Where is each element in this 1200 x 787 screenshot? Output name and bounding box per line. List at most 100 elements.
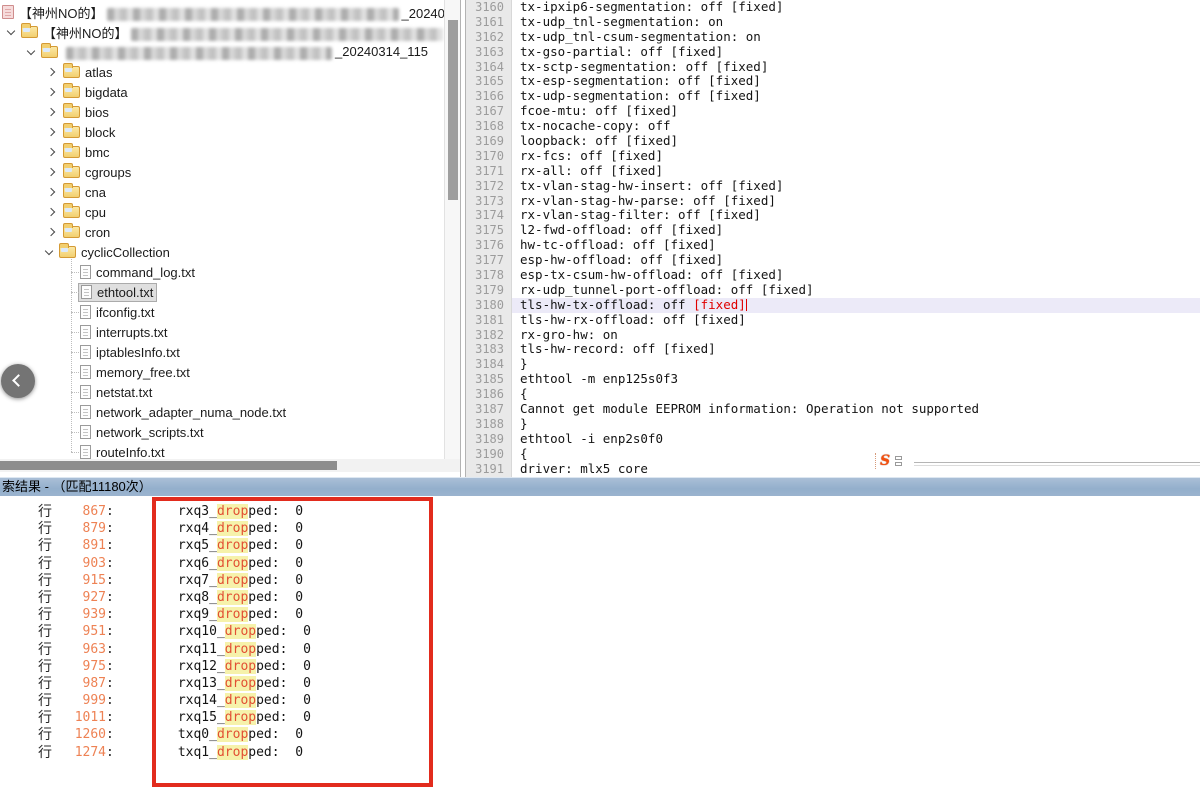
chevron-right-icon[interactable] [47,208,55,216]
chevron-down-icon[interactable] [27,46,35,54]
search-result-row[interactable]: 行975:rxq12_dropped: 0 [0,658,1200,675]
tree-item-cpu[interactable]: cpu [0,202,444,222]
code-line[interactable]: 3172tx-vlan-stag-hw-insert: off [fixed] [466,179,1200,194]
search-result-row[interactable]: 行987:rxq13_dropped: 0 [0,675,1200,692]
code-line[interactable]: 3179rx-udp_tunnel-port-offload: off [fix… [466,283,1200,298]
chevron-left-icon [12,374,25,387]
search-result-row[interactable]: 行999:rxq14_dropped: 0 [0,692,1200,709]
scrollbar-thumb[interactable] [0,461,337,470]
chevron-right-icon[interactable] [47,168,55,176]
chevron-right-icon[interactable] [47,68,55,76]
line-number: 3190 [466,447,512,462]
line-label: 行 [38,692,54,709]
chevron-right-icon[interactable] [47,188,55,196]
chevron-right-icon[interactable] [47,128,55,136]
code-line[interactable]: 3183tls-hw-record: off [fixed] [466,342,1200,357]
tree-item-bmc[interactable]: bmc [0,142,444,162]
tree-item-routeInfo.txt[interactable]: routeInfo.txt [0,442,444,459]
tree-item-network_scripts.txt[interactable]: network_scripts.txt [0,422,444,442]
code-line[interactable]: 3166tx-udp-segmentation: off [fixed] [466,89,1200,104]
chevron-right-icon[interactable] [47,148,55,156]
code-line[interactable]: 3182rx-gro-hw: on [466,328,1200,343]
search-result-row[interactable]: 行903:rxq6_dropped: 0 [0,555,1200,572]
code-line[interactable]: 3180tls-hw-tx-offload: off [fixed] [466,298,1200,313]
code-line[interactable]: 3178esp-tx-csum-hw-offload: off [fixed] [466,268,1200,283]
tree-item-ifconfig.txt[interactable]: ifconfig.txt [0,302,444,322]
search-result-row[interactable]: 行1260:txq0_dropped: 0 [0,726,1200,743]
search-result-row[interactable]: 行867:rxq3_dropped: 0 [0,503,1200,520]
code-line[interactable]: 3176hw-tc-offload: off [fixed] [466,238,1200,253]
code-line[interactable]: 3177esp-hw-offload: off [fixed] [466,253,1200,268]
result-colon: : [106,606,114,623]
tree-item-interrupts.txt[interactable]: interrupts.txt [0,322,444,342]
code-line[interactable]: 3161tx-udp_tnl-segmentation: on [466,15,1200,30]
search-result-row[interactable]: 行879:rxq4_dropped: 0 [0,520,1200,537]
code-line[interactable]: 3162tx-udp_tnl-csum-segmentation: on [466,30,1200,45]
text-viewer-panel[interactable]: 3160tx-ipxip6-segmentation: off [fixed]3… [466,0,1200,477]
code-line[interactable]: 3189ethtool -i enp2s0f0 [466,432,1200,447]
tree-item-bigdata[interactable]: bigdata [0,82,444,102]
chevron-right-icon[interactable] [47,228,55,236]
code-line[interactable]: 3163tx-gso-partial: off [fixed] [466,45,1200,60]
code-line[interactable]: 3185ethtool -m enp125s0f3 [466,372,1200,387]
search-result-row[interactable]: 行1274:txq1_dropped: 0 [0,744,1200,761]
search-result-row[interactable]: 行963:rxq11_dropped: 0 [0,641,1200,658]
tree-item-cyclicCollection[interactable]: cyclicCollection [0,242,444,262]
result-text: rxq10_dropped: 0 [178,623,311,640]
search-result-row[interactable]: 行927:rxq8_dropped: 0 [0,589,1200,606]
tree-item-block[interactable]: block [0,122,444,142]
tree-item-memory_free.txt[interactable]: memory_free.txt [0,362,444,382]
code-line[interactable]: 3174rx-vlan-stag-filter: off [fixed] [466,208,1200,223]
code-line[interactable]: 3188} [466,417,1200,432]
splitter-handle[interactable]: S [872,453,905,469]
code-line[interactable]: 3171rx-all: off [fixed] [466,164,1200,179]
file-icon [80,365,91,379]
search-result-row[interactable]: 行939:rxq9_dropped: 0 [0,606,1200,623]
tree-item-folder-collection[interactable]: _20240314_115 [0,42,444,62]
collapse-sidebar-button[interactable] [1,364,35,398]
folder-icon [63,206,80,218]
result-colon: : [106,589,114,606]
tree-item-network_adapter_numa_node.txt[interactable]: network_adapter_numa_node.txt [0,402,444,422]
scrollbar-thumb[interactable] [448,20,458,200]
code-line[interactable]: 3165tx-esp-segmentation: off [fixed] [466,74,1200,89]
code-line[interactable]: 3167fcoe-mtu: off [fixed] [466,104,1200,119]
code-line[interactable]: 3187Cannot get module EEPROM information… [466,402,1200,417]
tree-item-ethtool.txt[interactable]: ethtool.txt [0,282,444,302]
tree-item-atlas[interactable]: atlas [0,62,444,82]
line-number: 3167 [466,104,512,119]
tree-vertical-scrollbar[interactable] [444,0,460,459]
search-result-row[interactable]: 行1011:rxq15_dropped: 0 [0,709,1200,726]
result-text-pre: rxq3_ [178,504,217,519]
code-line[interactable]: 3168tx-nocache-copy: off [466,119,1200,134]
chevron-right-icon[interactable] [47,88,55,96]
tree-horizontal-scrollbar[interactable] [0,459,460,472]
code-line[interactable]: 3169loopback: off [fixed] [466,134,1200,149]
tree-item-bios[interactable]: bios [0,102,444,122]
code-line[interactable]: 3181tls-hw-rx-offload: off [fixed] [466,313,1200,328]
search-result-row[interactable]: 行915:rxq7_dropped: 0 [0,572,1200,589]
search-result-row[interactable]: 行891:rxq5_dropped: 0 [0,537,1200,554]
code-line[interactable]: 3186{ [466,387,1200,402]
line-label: 行 [38,537,54,554]
tree-item-cna[interactable]: cna [0,182,444,202]
tree-item-iptablesInfo.txt[interactable]: iptablesInfo.txt [0,342,444,362]
code-line[interactable]: 3190{ [466,447,1200,462]
code-line[interactable]: 3164tx-sctp-segmentation: off [fixed] [466,60,1200,75]
chevron-right-icon[interactable] [47,108,55,116]
code-line[interactable]: 3173rx-vlan-stag-hw-parse: off [fixed] [466,194,1200,209]
tree-item-netstat.txt[interactable]: netstat.txt [0,382,444,402]
chevron-down-icon[interactable] [7,26,15,34]
code-line[interactable]: 3175l2-fwd-offload: off [fixed] [466,223,1200,238]
tree-item-cron[interactable]: cron [0,222,444,242]
chevron-down-icon[interactable] [45,246,53,254]
code-line[interactable]: 3160tx-ipxip6-segmentation: off [fixed] [466,0,1200,15]
results-splitter-bar[interactable] [0,477,1200,496]
tree-item-archive-root[interactable]: 【神州NO的】_20240 [0,2,444,22]
code-line[interactable]: 3184} [466,357,1200,372]
tree-item-cgroups[interactable]: cgroups [0,162,444,182]
tree-item-command_log.txt[interactable]: command_log.txt [0,262,444,282]
tree-item-folder-shenzhou[interactable]: 【神州NO的】 [0,22,444,42]
search-result-row[interactable]: 行951:rxq10_dropped: 0 [0,623,1200,640]
code-line[interactable]: 3170rx-fcs: off [fixed] [466,149,1200,164]
